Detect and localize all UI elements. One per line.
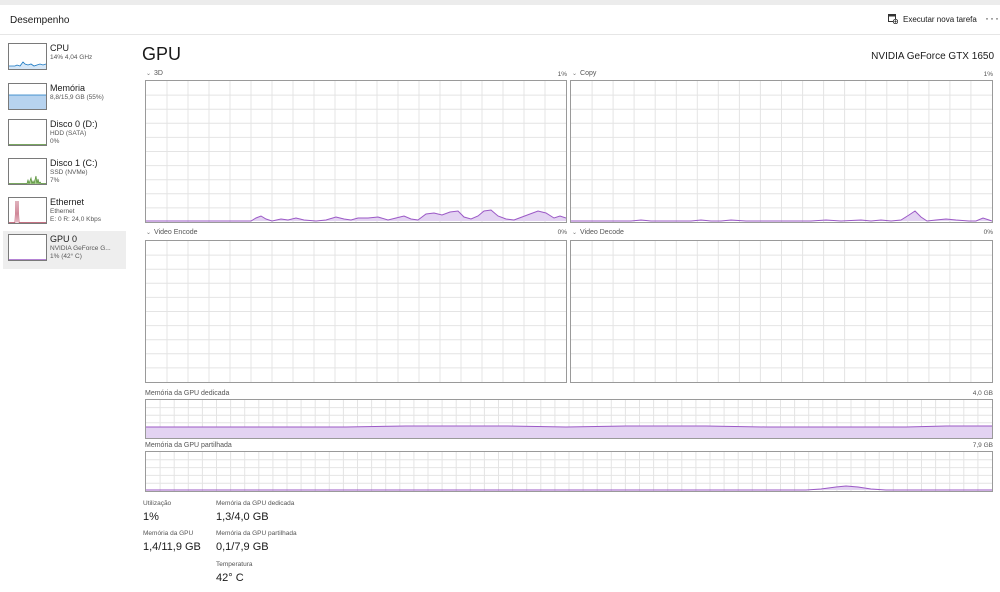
graph-dedicated-memory	[145, 399, 993, 439]
graph-copy-utilization	[570, 80, 993, 223]
disk-0-thumbnail-graph	[8, 119, 47, 146]
shared-memory-graph-label: Memória da GPU partilhada	[145, 442, 232, 449]
page-header: Desempenho Executar nova tarefa ···	[0, 5, 1000, 35]
gpu-memory-value: 1,4/11,9 GB	[143, 541, 201, 553]
page-title: GPU	[142, 44, 182, 64]
run-new-task-label: Executar nova tarefa	[903, 14, 977, 24]
utilization-label: Utilização	[143, 500, 172, 507]
panel-3d-engine-selector[interactable]: ⌄ 3D	[146, 70, 163, 77]
sidebar-item-label: Disco 0 (D:)	[50, 119, 98, 129]
shared-memory-label: Memória da GPU partilhada	[216, 530, 297, 537]
graph-video-encode-utilization	[145, 240, 567, 383]
ethernet-thumbnail-graph	[8, 197, 47, 224]
panel-3d-percent: 1%	[557, 71, 567, 78]
run-new-task-button[interactable]: Executar nova tarefa	[888, 14, 977, 24]
dedicated-memory-graph-label: Memória da GPU dedicada	[145, 390, 230, 397]
utilization-value: 1%	[143, 511, 159, 523]
sidebar-item-label: Memória	[50, 83, 86, 93]
panel-video-decode-selector[interactable]: ⌄ Video Decode	[572, 229, 624, 236]
sidebar-item-label: Disco 1 (C:)	[50, 158, 98, 168]
sidebar-item-cpu[interactable]: CPU 14% 4,04 GHz	[3, 40, 126, 78]
graph-video-decode-utilization	[570, 240, 993, 383]
page-header-title: Desempenho	[10, 15, 70, 26]
panel-video-encode-label: Video Encode	[154, 229, 198, 236]
chevron-down-icon: ⌄	[146, 71, 152, 77]
sidebar-item-detail: 8,8/15,9 GB (55%)	[50, 94, 104, 101]
sidebar-item-disk-0[interactable]: Disco 0 (D:) HDD (SATA) 0%	[3, 116, 126, 154]
sidebar-item-usage: 0%	[50, 138, 60, 145]
chevron-down-icon: ⌄	[146, 230, 152, 236]
cpu-thumbnail-graph	[8, 43, 47, 70]
dedicated-memory-label: Memória da GPU dedicada	[216, 500, 295, 507]
temperature-label: Temperatura	[216, 561, 253, 568]
panel-video-encode-percent: 0%	[557, 229, 567, 236]
sidebar-item-detail: HDD (SATA)	[50, 130, 87, 137]
sidebar-item-detail: Ethernet	[50, 208, 75, 215]
panel-3d-label: 3D	[154, 70, 163, 77]
panel-video-encode-selector[interactable]: ⌄ Video Encode	[146, 229, 198, 236]
dedicated-memory-max: 4,0 GB	[972, 390, 993, 397]
panel-video-decode-percent: 0%	[983, 229, 993, 236]
sidebar-item-label: CPU	[50, 43, 70, 53]
panel-copy-engine-selector[interactable]: ⌄ Copy	[572, 70, 596, 77]
sidebar-item-gpu-0[interactable]: GPU 0 NVIDIA GeForce G... 1% (42° C)	[3, 231, 126, 269]
memory-thumbnail-graph	[8, 83, 47, 110]
run-task-icon	[888, 14, 898, 24]
disk-1-thumbnail-graph	[8, 158, 47, 185]
sidebar-item-disk-1[interactable]: Disco 1 (C:) SSD (NVMe) 7%	[3, 155, 126, 193]
shared-memory-value: 0,1/7,9 GB	[216, 541, 269, 553]
panel-video-decode-label: Video Decode	[580, 229, 624, 236]
chevron-down-icon: ⌄	[572, 230, 578, 236]
graph-shared-memory	[145, 451, 993, 492]
gpu-memory-label: Memória da GPU	[143, 530, 194, 537]
gpu-0-thumbnail-graph	[8, 234, 47, 261]
sidebar-item-ethernet[interactable]: Ethernet Ethernet E: 0 R: 24,0 Kbps	[3, 194, 126, 232]
panel-copy-percent: 1%	[983, 71, 993, 78]
sidebar-item-detail: 14% 4,04 GHz	[50, 54, 93, 61]
performance-sidebar: CPU 14% 4,04 GHz Memória 8,8/15,9 GB (55…	[0, 36, 128, 592]
sidebar-item-throughput: E: 0 R: 24,0 Kbps	[50, 216, 101, 223]
chevron-down-icon: ⌄	[572, 71, 578, 77]
graph-area	[146, 426, 992, 438]
shared-memory-max: 7,9 GB	[972, 442, 993, 449]
temperature-value: 42° C	[216, 572, 244, 584]
sidebar-item-detail: SSD (NVMe)	[50, 169, 88, 176]
dedicated-memory-value: 1,3/4,0 GB	[216, 511, 269, 523]
gpu-model-name: NVIDIA GeForce GTX 1650	[871, 51, 994, 62]
sidebar-item-detail: NVIDIA GeForce G...	[50, 245, 111, 252]
more-options-button[interactable]: ···	[985, 11, 1000, 25]
graph-3d-utilization	[145, 80, 567, 223]
sidebar-item-usage: 1% (42° C)	[50, 253, 82, 260]
sidebar-item-usage: 7%	[50, 177, 60, 184]
sidebar-item-memory[interactable]: Memória 8,8/15,9 GB (55%)	[3, 80, 126, 118]
panel-copy-label: Copy	[580, 70, 597, 77]
sidebar-item-label: Ethernet	[50, 197, 85, 207]
sidebar-item-label: GPU 0	[50, 234, 78, 244]
